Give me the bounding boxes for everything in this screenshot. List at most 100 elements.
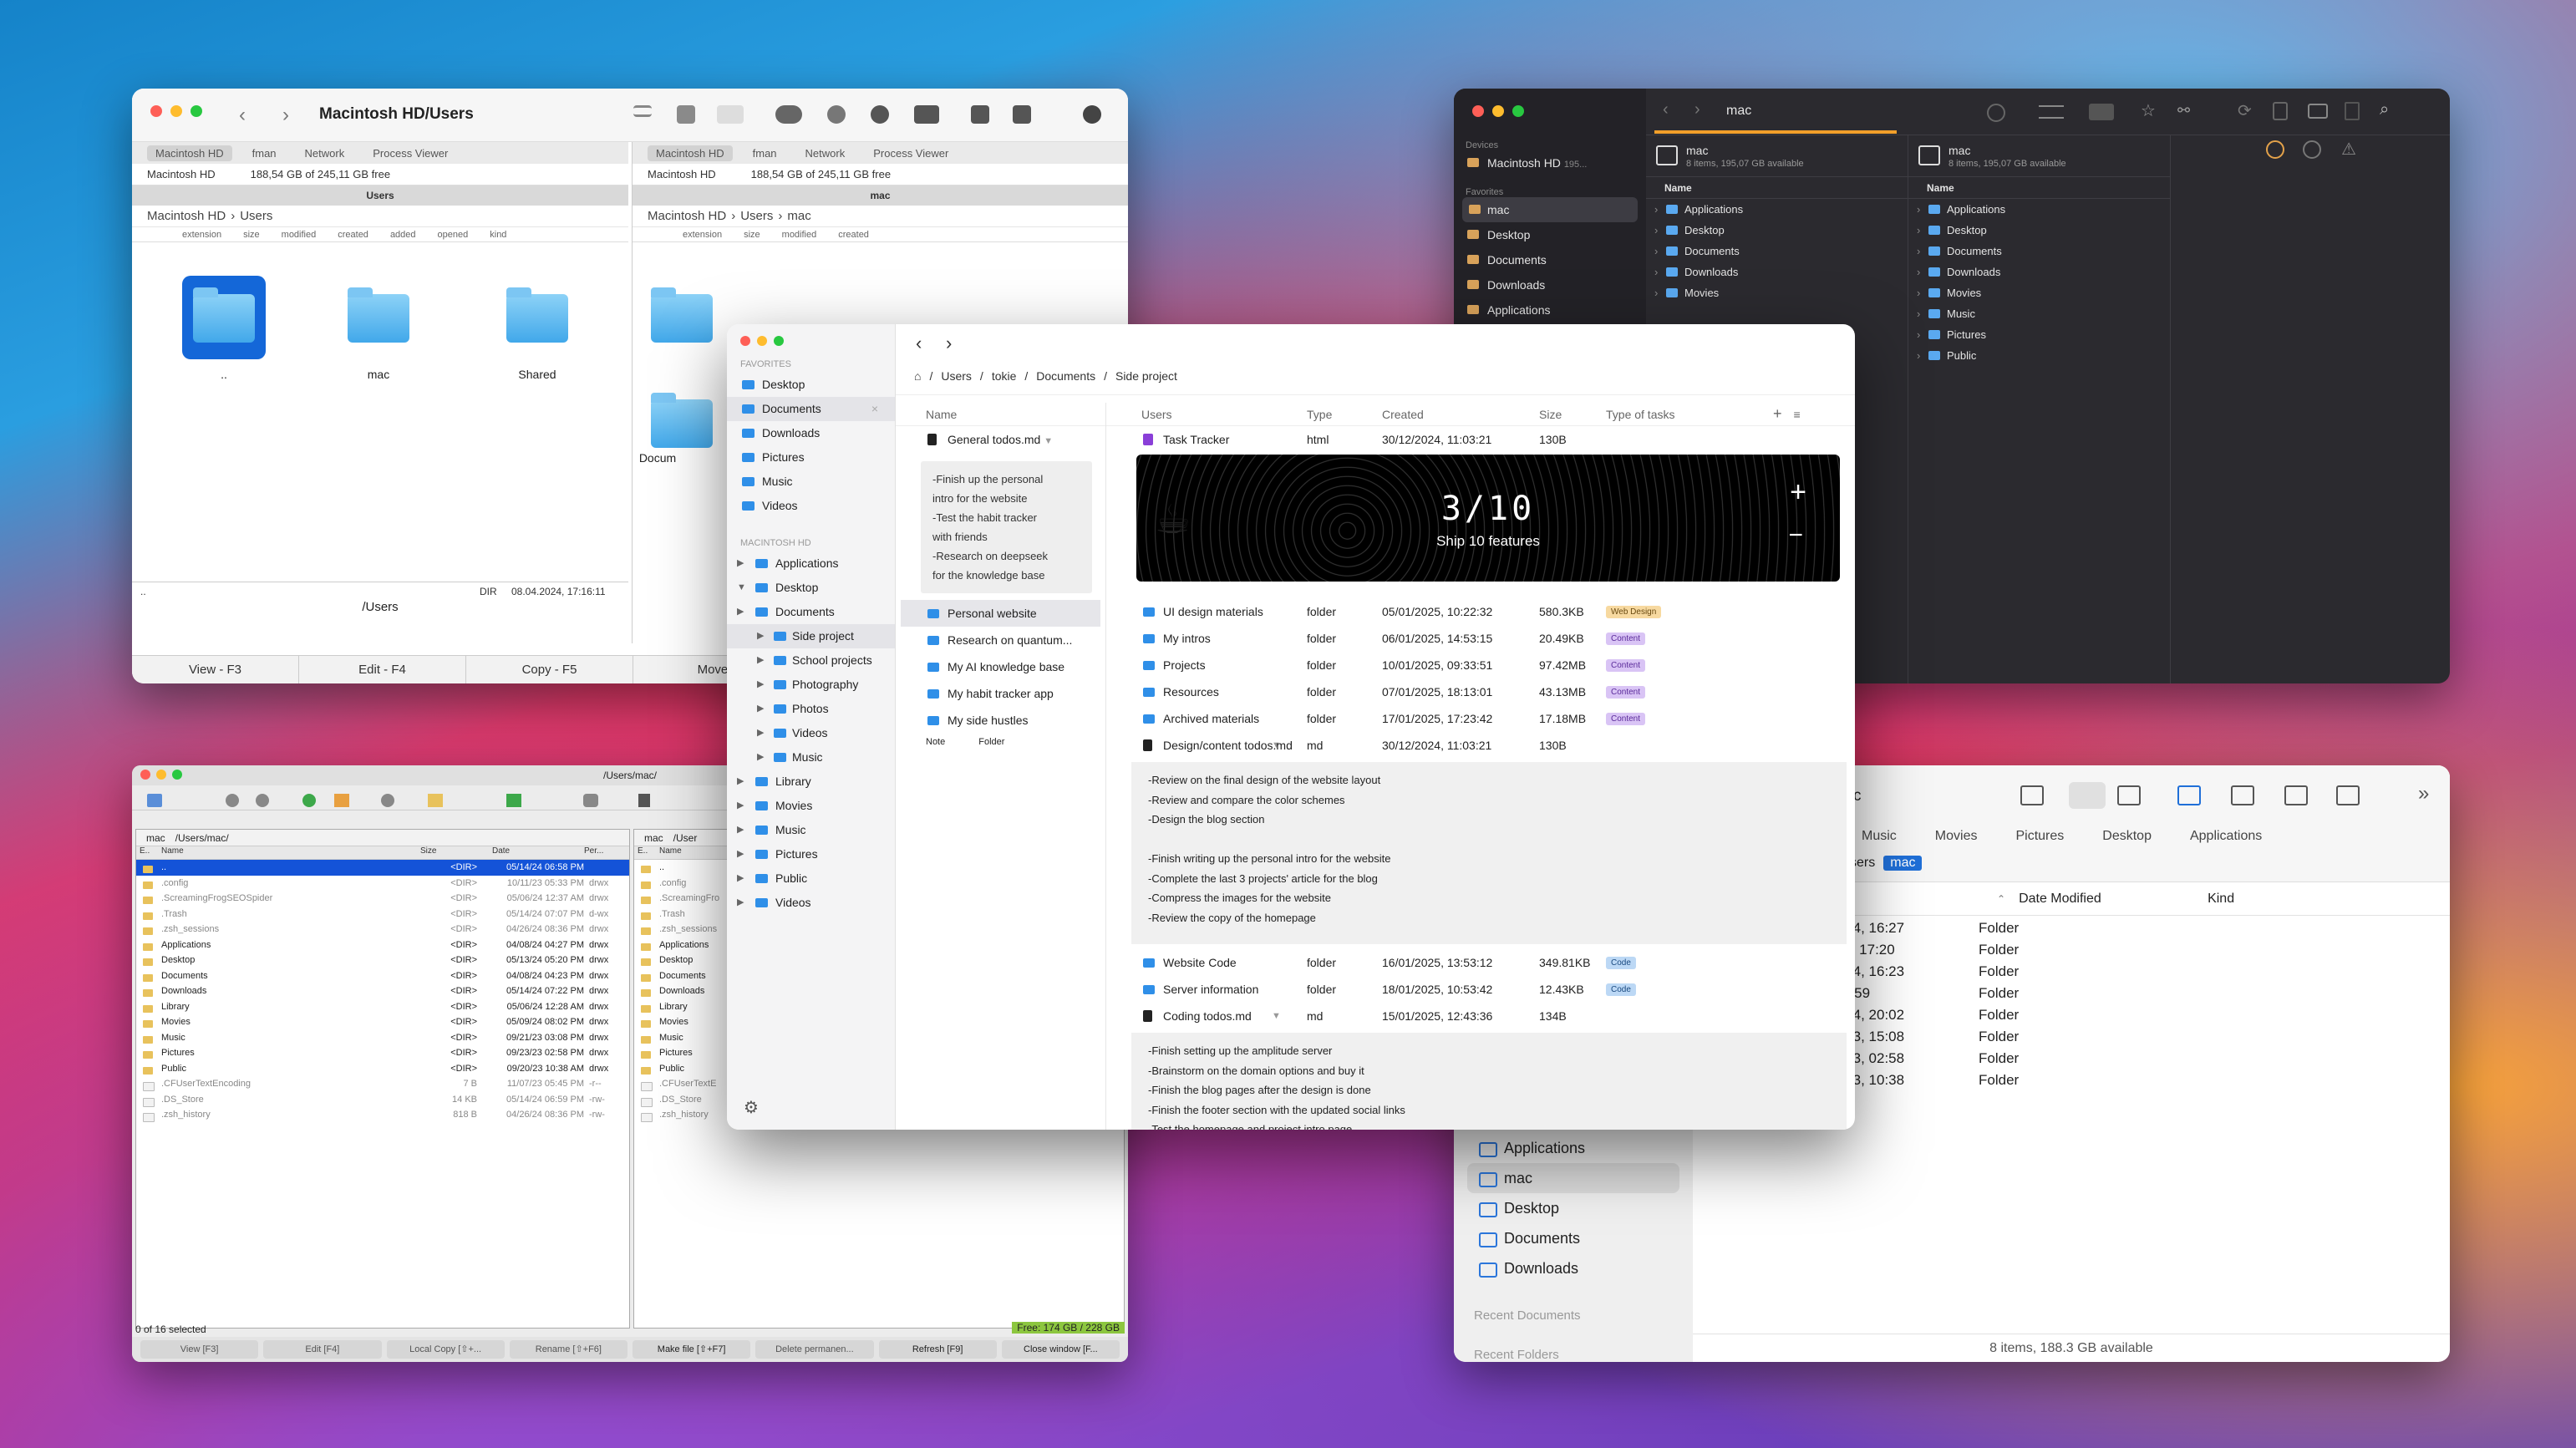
view-button[interactable]: View [F3] xyxy=(140,1340,259,1359)
copy-icon[interactable] xyxy=(2273,102,2288,120)
list-view-icon[interactable] xyxy=(633,105,652,117)
crumb-mac[interactable]: mac xyxy=(787,209,810,223)
device-name[interactable]: Macintosh HD xyxy=(147,168,216,180)
row[interactable]: Movies xyxy=(1646,282,1908,303)
col-users[interactable]: Users xyxy=(1106,408,1307,421)
sidebar-item-desktop[interactable]: Desktop xyxy=(1454,1193,1693,1223)
row[interactable]: Documents xyxy=(1908,241,2170,262)
col-kind[interactable]: kind xyxy=(490,230,506,240)
grid-view-icon[interactable] xyxy=(2089,104,2114,120)
folder-item[interactable]: My AI knowledge base xyxy=(896,653,1105,680)
col-extension[interactable]: extension xyxy=(182,230,221,240)
task-type-badge[interactable]: Code xyxy=(1606,983,1636,996)
back-icon[interactable]: ‹ xyxy=(239,104,246,127)
tab-macintosh-hd[interactable]: Macintosh HD xyxy=(147,145,232,161)
tab-network[interactable]: Network xyxy=(297,145,353,161)
preview-eye-icon[interactable] xyxy=(871,105,889,124)
history-icon[interactable] xyxy=(1987,104,2005,122)
minus-icon[interactable]: − xyxy=(1788,521,1803,550)
table-row[interactable]: Movies <DIR> 05/09/24 08:02 PM drwx xyxy=(136,1014,629,1030)
disclosure-arrow-icon[interactable]: ▼ xyxy=(737,576,746,600)
forward-icon[interactable] xyxy=(256,794,269,807)
name-column-header[interactable]: Name xyxy=(1646,177,1908,199)
tree-item[interactable]: ▶ Pictures xyxy=(727,842,895,866)
icon-view-icon[interactable] xyxy=(2020,785,2044,805)
sidebar-toggle-icon[interactable] xyxy=(2177,785,2201,805)
table-row[interactable]: Documents <DIR> 04/08/24 04:23 PM drwx xyxy=(136,968,629,984)
tab-process-viewer[interactable]: Process Viewer xyxy=(865,145,957,161)
col-added[interactable]: added xyxy=(390,230,416,240)
forward-icon[interactable]: › xyxy=(946,333,952,354)
tree-item[interactable]: ▶ Library xyxy=(727,770,895,794)
tab-pictures[interactable]: Pictures xyxy=(2015,829,2064,844)
tree-item[interactable]: ▶ Videos xyxy=(727,891,895,915)
folder-item[interactable]: My habit tracker app xyxy=(896,680,1105,707)
crumb-documents[interactable]: Documents xyxy=(1036,369,1095,383)
table-row[interactable]: Applications <DIR> 04/08/24 04:27 PM drwx xyxy=(136,937,629,953)
design-todos-row[interactable]: Design/content todos.md ▼ md 30/12/2024, 11… xyxy=(1106,732,1855,759)
tab-movies[interactable]: Movies xyxy=(1935,829,1978,844)
task-type-badge[interactable]: Content xyxy=(1606,632,1646,645)
tree-item[interactable]: ▶ Applications xyxy=(727,551,895,576)
sidebar-item-downloads[interactable]: Downloads xyxy=(1454,272,1646,297)
drive-button[interactable]: mac xyxy=(146,832,165,844)
home-folder-icon[interactable] xyxy=(348,287,409,343)
table-row[interactable]: .zsh_sessions <DIR> 04/26/24 08:36 PM drwx xyxy=(136,922,629,937)
disclosure-arrow-icon[interactable]: ▶ xyxy=(737,891,744,915)
disclosure-arrow-icon[interactable]: ▶ xyxy=(757,697,764,721)
folder-action-icon[interactable] xyxy=(1013,105,1031,124)
table-row[interactable]: Downloads <DIR> 05/14/24 07:22 PM drwx xyxy=(136,983,629,999)
general-todos-file[interactable]: General todos.md ▼ xyxy=(896,426,1105,453)
column-view-icon[interactable] xyxy=(2117,785,2141,805)
sidebar-item-device[interactable]: Macintosh HD 195... xyxy=(1454,150,1646,175)
table-row[interactable]: UI design materials folder 05/01/2025, 10:… xyxy=(1106,598,1855,625)
close-button[interactable] xyxy=(740,336,750,346)
col-type-of-tasks[interactable]: Type of tasks xyxy=(1606,408,1773,421)
item-documents[interactable]: Docum xyxy=(624,451,691,465)
sidebar-item-music[interactable]: Music xyxy=(727,470,895,494)
sidebar-item-downloads[interactable]: Downloads xyxy=(1454,1253,1693,1283)
table-row[interactable]: Archived materials folder 17/01/2025, 17:2… xyxy=(1106,705,1855,732)
table-row[interactable]: .CFUserTextEncoding 7 B 11/07/23 05:45 PM -… xyxy=(136,1076,629,1092)
row[interactable]: Movies xyxy=(1908,282,2170,303)
tree-item[interactable]: ▶ Side project xyxy=(727,624,895,648)
crumb-macintosh-hd[interactable]: Macintosh HD xyxy=(147,209,226,223)
table-row[interactable]: .. <DIR> 05/14/24 06:58 PM xyxy=(136,860,629,876)
table-row[interactable]: .zsh_history 818 B 04/26/24 08:36 PM -rw- xyxy=(136,1107,629,1123)
col-extension[interactable]: extension xyxy=(683,230,722,240)
coding-todos-row[interactable]: Coding todos.md ▼ md 15/01/2025, 12:43:36 13… xyxy=(1106,1003,1855,1029)
sidebar-item-mac[interactable]: mac xyxy=(1462,197,1638,222)
close-window-button[interactable]: Close window [F... xyxy=(1001,1340,1120,1359)
table-row[interactable]: .ScreamingFrogSEOSpider <DIR> 05/06/24 12:… xyxy=(136,891,629,907)
column-view-icon[interactable] xyxy=(677,105,695,124)
local-copy-button[interactable]: Local Copy [⇧+... xyxy=(386,1340,505,1359)
sidebar-item-applications[interactable]: Applications xyxy=(1454,1133,1693,1163)
folder-item[interactable]: Personal website xyxy=(901,600,1100,627)
col-size[interactable]: size xyxy=(744,230,760,240)
back-icon[interactable]: ‹ xyxy=(916,333,922,354)
item-shared[interactable]: Shared xyxy=(487,368,587,381)
crumb-side-project[interactable]: Side project xyxy=(1115,369,1177,383)
view-button[interactable]: View - F3 xyxy=(132,656,299,683)
disclosure-arrow-icon[interactable]: ▶ xyxy=(757,624,764,648)
col-name[interactable]: Name xyxy=(161,846,420,859)
folder-icon[interactable] xyxy=(428,794,443,807)
col-modified[interactable]: modified xyxy=(782,230,817,240)
table-row[interactable]: Library <DIR> 05/06/24 12:28 AM drwx xyxy=(136,999,629,1015)
name-column-header[interactable]: Name xyxy=(1908,177,2170,199)
tree-item[interactable]: ▶ Public xyxy=(727,866,895,891)
refresh-icon[interactable] xyxy=(147,794,162,807)
home-icon[interactable]: ⌂ xyxy=(914,369,921,383)
connect-icon[interactable]: ⚯ xyxy=(2177,102,2190,119)
close-button[interactable] xyxy=(150,105,162,117)
disclosure-arrow-icon[interactable]: ▶ xyxy=(757,721,764,745)
go-icon[interactable] xyxy=(302,794,316,807)
tree-item[interactable]: ▶ Photos xyxy=(727,697,895,721)
edit-button[interactable]: Edit - F4 xyxy=(299,656,466,683)
chevron-down-icon[interactable]: ▼ xyxy=(1272,1011,1307,1021)
crumb-mac[interactable]: mac xyxy=(1883,856,1923,871)
table-row[interactable]: My intros folder 06/01/2025, 14:53:15 20.49… xyxy=(1106,625,1855,652)
sidebar-item-mac[interactable]: mac xyxy=(1467,1163,1679,1193)
tab-process-viewer[interactable]: Process Viewer xyxy=(364,145,456,161)
chevron-down-icon[interactable]: ▼ xyxy=(1044,436,1053,446)
